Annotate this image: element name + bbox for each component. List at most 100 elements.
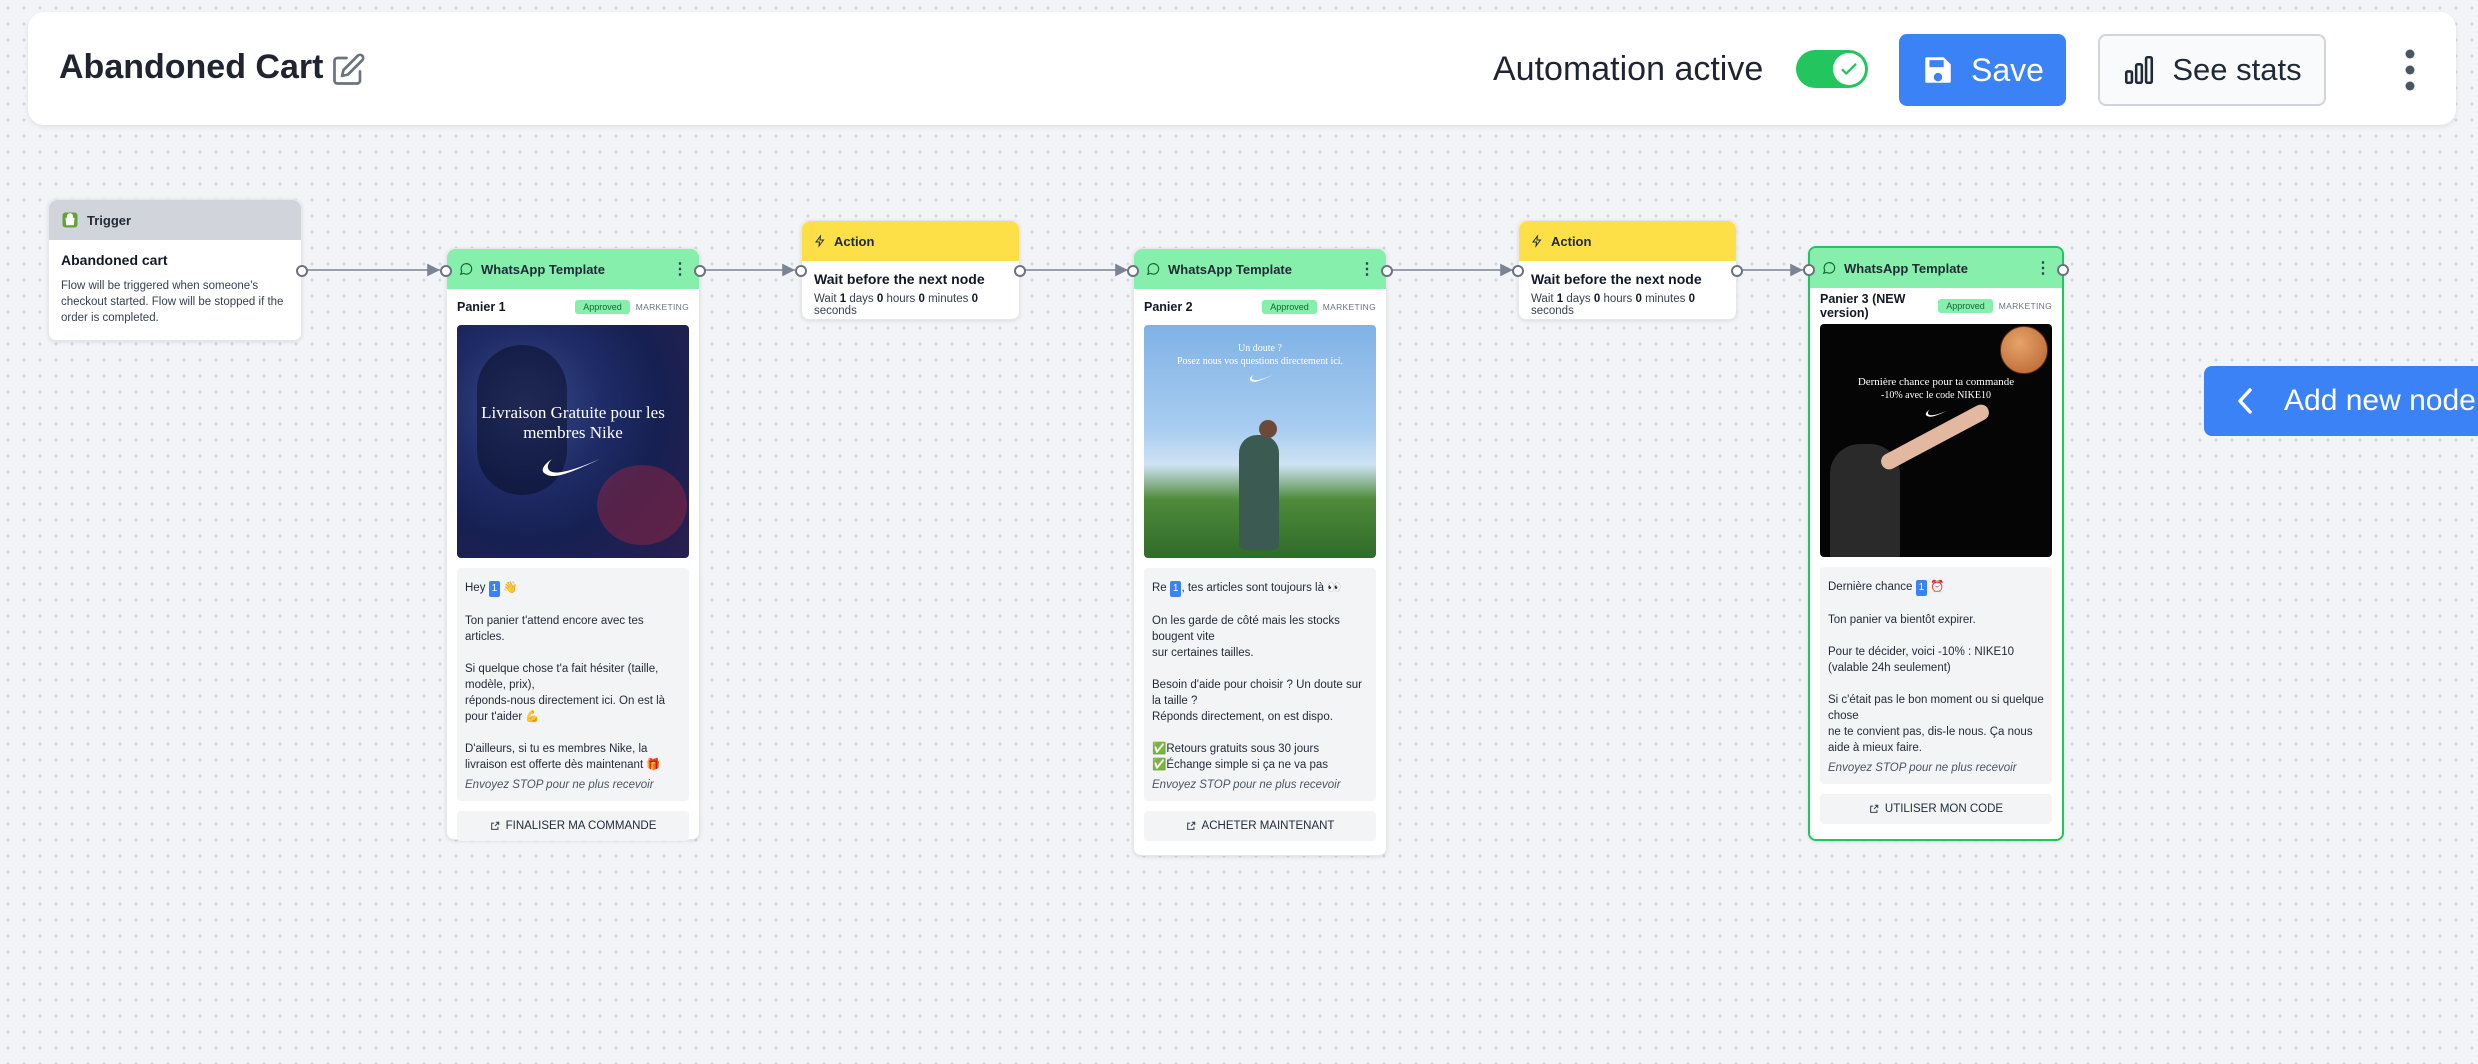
body-line: Hey: [465, 582, 486, 594]
node-menu-icon[interactable]: ⋮: [2035, 258, 2051, 278]
variable-chip: 1: [1169, 581, 1182, 597]
whatsapp-icon: [1822, 262, 1836, 275]
action-node-header: Action: [802, 221, 1019, 261]
whatsapp-icon: [459, 263, 473, 276]
trigger-title: Abandoned cart: [61, 252, 168, 268]
nike-swoosh-icon: [1925, 409, 1950, 417]
action-node-wait-1[interactable]: Action Wait before the next node Wait 1 …: [795, 220, 1026, 320]
whatsapp-template-node-panier-3[interactable]: WhatsApp Template ⋮ Panier 3 (NEW versio…: [1803, 246, 2069, 841]
variable-chip: 1: [1915, 580, 1928, 596]
status-badge: Approved: [575, 300, 630, 314]
trigger-node[interactable]: Trigger Abandoned cart Flow will be trig…: [48, 199, 308, 341]
template-name: Panier 3 (NEW version): [1820, 292, 1906, 320]
shopify-bag-icon: [62, 212, 78, 228]
body-line: , tes articles sont toujours là 👀: [1181, 582, 1342, 594]
body-line: (valable 24h seulement): [1828, 662, 1951, 674]
action-header-label: Action: [1551, 233, 1592, 249]
trigger-node-header: Trigger: [49, 200, 301, 240]
cta-label: ACHETER MAINTENANT: [1201, 820, 1335, 832]
status-badge: Approved: [1262, 300, 1317, 314]
whatsapp-node-header: WhatsApp Template ⋮: [1810, 248, 2062, 288]
template-cta-button[interactable]: FINALISER MA COMMANDE: [457, 811, 689, 841]
output-handle[interactable]: [1014, 265, 1026, 277]
category-label: MARKETING: [635, 302, 689, 312]
body-line: Besoin d'aide pour choisir ? Un doute su…: [1152, 679, 1362, 707]
status-badge: Approved: [1938, 299, 1993, 313]
body-line: réponds-nous directement ici. On est là …: [465, 695, 666, 723]
wait-duration: Wait 1 days 0 hours 0 minutes 0 seconds: [1531, 293, 1695, 317]
whatsapp-template-node-panier-2[interactable]: WhatsApp Template ⋮ Panier 2 Approved MA…: [1127, 248, 1393, 856]
template-name: Panier 2: [1144, 300, 1193, 314]
whatsapp-node-header: WhatsApp Template ⋮: [1134, 249, 1386, 289]
body-line: Dernière chance: [1828, 581, 1913, 593]
add-new-node-button[interactable]: Add new node: [2204, 366, 2478, 436]
whatsapp-node-header: WhatsApp Template ⋮: [447, 249, 699, 289]
whatsapp-template-node-panier-1[interactable]: WhatsApp Template ⋮ Panier 1 Approved MA…: [440, 248, 706, 841]
trigger-header-label: Trigger: [87, 212, 132, 228]
lightning-icon: [1532, 234, 1542, 248]
template-footer: Envoyez STOP pour ne plus recevoir: [1152, 779, 1341, 791]
input-handle[interactable]: [1512, 265, 1524, 277]
action-title: Wait before the next node: [1531, 271, 1702, 287]
whatsapp-header-label: WhatsApp Template: [1844, 260, 1968, 276]
image-caption: Posez nous vos questions directement ici…: [1176, 356, 1344, 367]
body-line: sur certaines tailles.: [1152, 647, 1254, 659]
node-menu-icon[interactable]: ⋮: [672, 259, 688, 279]
output-handle[interactable]: [694, 265, 706, 277]
trigger-description: Flow will be triggered when someone's ch…: [61, 280, 284, 324]
body-line: Re: [1152, 582, 1167, 594]
whatsapp-header-label: WhatsApp Template: [1168, 261, 1292, 277]
background-shape: [597, 465, 687, 545]
whatsapp-header-label: WhatsApp Template: [481, 261, 605, 277]
output-handle[interactable]: [2057, 264, 2069, 276]
image-caption: Dernière chance pour ta commande: [1857, 376, 2015, 388]
output-handle[interactable]: [1731, 265, 1743, 277]
action-node-wait-2[interactable]: Action Wait before the next node Wait 1 …: [1512, 220, 1743, 320]
template-cta-button[interactable]: ACHETER MAINTENANT: [1144, 811, 1376, 841]
body-line: ✅Retours gratuits sous 30 jours: [1152, 743, 1320, 755]
body-line: ne te convient pas, dis-le nous. Ça nous…: [1828, 726, 2033, 754]
external-link-icon: [490, 821, 499, 830]
template-footer: Envoyez STOP pour ne plus recevoir: [1828, 762, 2017, 774]
body-line: Si quelque chose t'a fait hésiter (taill…: [465, 663, 659, 691]
input-handle[interactable]: [795, 265, 807, 277]
chevron-left-icon: [2238, 388, 2252, 414]
body-line: Ton panier va bientôt expirer.: [1828, 614, 1976, 626]
action-header-label: Action: [834, 233, 875, 249]
action-node-header: Action: [1519, 221, 1736, 261]
external-link-icon: [1186, 821, 1195, 830]
add-new-node-label: Add new node: [2284, 384, 2476, 417]
nike-swoosh-icon: [542, 459, 600, 477]
action-title: Wait before the next node: [814, 271, 985, 287]
cta-label: FINALISER MA COMMANDE: [505, 820, 657, 832]
body-line: ⏰: [1930, 581, 1945, 593]
input-handle[interactable]: [1803, 264, 1815, 276]
template-body: Re 1, tes articles sont toujours là 👀 On…: [1144, 568, 1376, 801]
template-name: Panier 1: [457, 300, 506, 314]
body-line: Ton panier t'attend encore avec tes arti…: [465, 615, 644, 643]
nike-swoosh-icon: [1249, 374, 1274, 382]
image-caption: -10% avec le code NIKE10: [1881, 390, 1991, 401]
node-menu-icon[interactable]: ⋮: [1359, 259, 1375, 279]
image-caption: Livraison Gratuite pour les membres Nike: [481, 403, 665, 442]
body-line: Pour te décider, voici -10% : NIKE10: [1828, 646, 2015, 658]
cta-label: UTILISER MON CODE: [1884, 803, 2004, 815]
input-handle[interactable]: [440, 265, 452, 277]
body-line: On les garde de côté mais les stocks bou…: [1152, 615, 1340, 643]
body-line: D'ailleurs, si tu es membres Nike, la li…: [465, 743, 661, 771]
body-line: Si c'était pas le bon moment ou si quelq…: [1828, 694, 2044, 722]
trigger-output-handle[interactable]: [296, 265, 308, 277]
image-caption: Un doute ?: [1238, 343, 1282, 354]
body-line: 👋: [503, 582, 518, 594]
body-line: ✅Échange simple si ça ne va pas: [1152, 759, 1329, 771]
template-image: Dernière chance pour ta commande -10% av…: [1820, 324, 2052, 557]
template-cta-button[interactable]: UTILISER MON CODE: [1820, 794, 2052, 824]
category-label: MARKETING: [1998, 301, 2052, 311]
template-image: Livraison Gratuite pour les membres Nike: [457, 325, 689, 558]
output-handle[interactable]: [1381, 265, 1393, 277]
template-image: Un doute ? Posez nous vos questions dire…: [1144, 325, 1376, 558]
wait-duration: Wait 1 days 0 hours 0 minutes 0 seconds: [814, 293, 978, 317]
template-body: Dernière chance 1 ⏰ Ton panier va bientô…: [1820, 567, 2052, 784]
external-link-icon: [1870, 804, 1879, 813]
input-handle[interactable]: [1127, 265, 1139, 277]
